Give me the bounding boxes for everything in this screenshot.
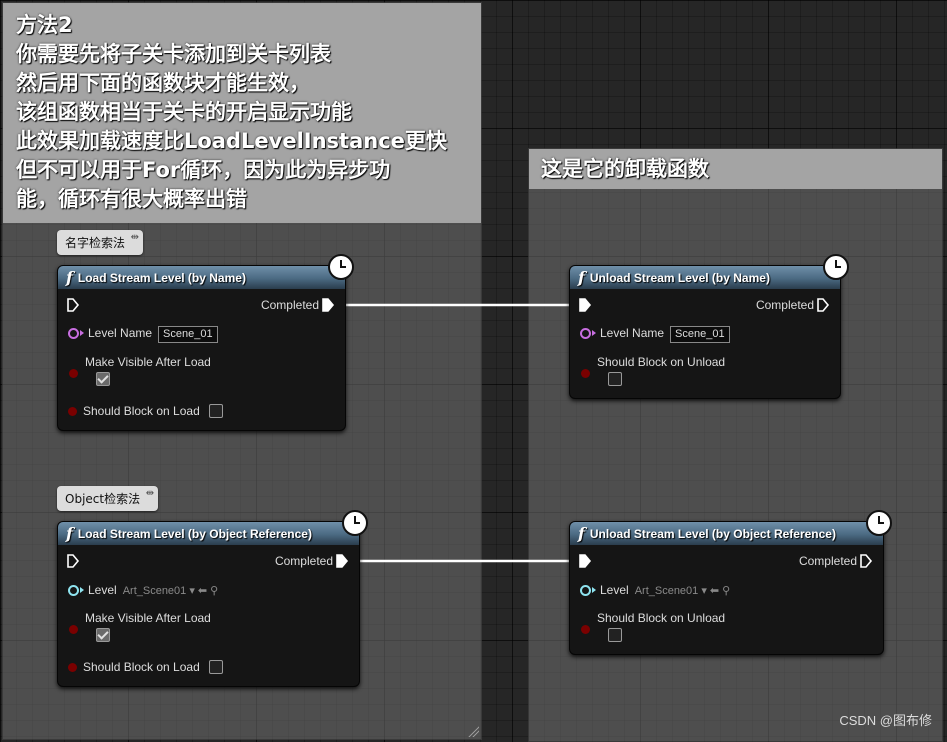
- pin-label: Level: [88, 583, 117, 597]
- bool-pin[interactable]: [68, 407, 77, 416]
- function-icon: f: [578, 524, 585, 543]
- node-title: Unload Stream Level (by Name): [589, 271, 770, 285]
- pin-arrow-icon: [592, 330, 596, 336]
- should-block-row: Should Block on Unload: [580, 611, 725, 625]
- should-block-checkbox[interactable]: [209, 660, 224, 674]
- exec-in-pin[interactable]: [578, 298, 592, 312]
- node-title: Load Stream Level (by Name): [77, 271, 246, 285]
- node-title: Unload Stream Level (by Object Reference…: [589, 527, 836, 541]
- node-load-stream-level-by-name[interactable]: f Load Stream Level (by Name) Completed L…: [57, 254, 354, 431]
- latent-clock-icon: [342, 510, 368, 536]
- node-header[interactable]: f Unload Stream Level (by Object Referenc…: [570, 510, 892, 545]
- bool-pin[interactable]: [68, 663, 77, 672]
- level-name-input[interactable]: Scene_01: [158, 326, 218, 343]
- bubble-text: 名字检索法: [65, 236, 126, 250]
- should-block-row: Should Block on Load: [68, 660, 224, 674]
- pin-arrow-icon: [592, 587, 596, 593]
- pin-icon[interactable]: ⇹: [146, 488, 154, 499]
- latent-clock-icon: [328, 254, 354, 280]
- level-asset-dropdown[interactable]: Art_Scene01 ▾: [123, 584, 195, 597]
- use-selected-arrow-icon[interactable]: ⬅: [198, 585, 207, 597]
- level-row: Level Art_Scene01 ▾ ⬅ ⚲: [68, 583, 218, 597]
- pin-label: Should Block on Unload: [597, 611, 726, 625]
- comment-bubble-by-name[interactable]: 名字检索法 ⇹: [57, 230, 144, 255]
- exec-out-pin[interactable]: [335, 554, 349, 568]
- pin-label: Should Block on Load: [83, 404, 200, 418]
- pin-label: Level Name: [600, 326, 665, 340]
- pin-label: Make Visible After Load: [85, 611, 211, 625]
- comment-bubble-by-object[interactable]: Object检索法 ⇹: [57, 486, 159, 511]
- pin-icon[interactable]: ⇹: [131, 232, 139, 243]
- dropdown-value: Art_Scene01: [122, 585, 187, 597]
- bool-pin[interactable]: [69, 369, 78, 378]
- level-row: Level Art_Scene01 ▾ ⬅ ⚲: [580, 583, 730, 597]
- should-block-checkbox[interactable]: [209, 404, 224, 418]
- level-name-row: Level Name Scene_01: [580, 326, 730, 343]
- pin-label: Make Visible After Load: [85, 355, 211, 369]
- exec-out-pin[interactable]: [859, 554, 873, 568]
- make-visible-checkbox[interactable]: [96, 628, 110, 642]
- node-unload-stream-level-by-object[interactable]: f Unload Stream Level (by Object Referenc…: [569, 510, 892, 655]
- chevron-down-icon: ▾: [701, 585, 707, 597]
- exec-in-pin[interactable]: [66, 554, 80, 568]
- should-block-row: Should Block on Unload: [580, 355, 725, 369]
- completed-label: Completed: [798, 554, 857, 568]
- pin-label: Level Name: [88, 326, 153, 340]
- level-name-input[interactable]: Scene_01: [670, 326, 730, 343]
- bool-pin[interactable]: [69, 625, 78, 634]
- latent-clock-icon: [823, 254, 849, 280]
- latent-clock-icon: [866, 510, 892, 536]
- should-block-checkbox[interactable]: [608, 628, 622, 642]
- object-pin[interactable]: [68, 585, 79, 596]
- chevron-down-icon: ▾: [189, 585, 195, 597]
- level-name-row: Level Name Scene_01: [68, 326, 218, 343]
- make-visible-row: Make Visible After Load: [68, 611, 211, 625]
- string-pin[interactable]: [68, 328, 79, 339]
- make-visible-checkbox[interactable]: [96, 372, 110, 386]
- pin-arrow-icon: [80, 587, 84, 593]
- bubble-text: Object检索法: [65, 492, 141, 506]
- exec-out-pin[interactable]: [321, 298, 335, 312]
- node-header[interactable]: f Load Stream Level (by Name): [58, 254, 354, 289]
- node-load-stream-level-by-object[interactable]: f Load Stream Level (by Object Reference)…: [57, 510, 368, 687]
- node-header[interactable]: f Load Stream Level (by Object Reference): [58, 510, 368, 545]
- function-icon: f: [578, 268, 585, 287]
- pin-label: Should Block on Unload: [597, 355, 726, 369]
- level-asset-dropdown[interactable]: Art_Scene01 ▾: [635, 584, 707, 597]
- should-block-row: Should Block on Load: [68, 404, 224, 418]
- dropdown-value: Art_Scene01: [634, 585, 699, 597]
- object-pin[interactable]: [580, 585, 591, 596]
- bool-pin[interactable]: [581, 369, 590, 378]
- use-selected-arrow-icon[interactable]: ⬅: [710, 585, 719, 597]
- pin-arrow-icon: [80, 330, 84, 336]
- function-icon: f: [66, 268, 73, 287]
- node-unload-stream-level-by-name[interactable]: f Unload Stream Level (by Name) Completed…: [569, 254, 849, 399]
- bool-pin[interactable]: [581, 625, 590, 634]
- exec-in-pin[interactable]: [66, 298, 80, 312]
- completed-label: Completed: [274, 554, 333, 568]
- node-header[interactable]: f Unload Stream Level (by Name): [570, 254, 849, 289]
- node-title: Load Stream Level (by Object Reference): [77, 527, 312, 541]
- pin-label: Should Block on Load: [83, 660, 200, 674]
- pin-label: Level: [600, 583, 629, 597]
- string-pin[interactable]: [580, 328, 591, 339]
- exec-out-pin[interactable]: [816, 298, 830, 312]
- make-visible-row: Make Visible After Load: [68, 355, 211, 369]
- completed-label: Completed: [260, 298, 319, 312]
- browse-search-icon[interactable]: ⚲: [210, 585, 218, 597]
- exec-in-pin[interactable]: [578, 554, 592, 568]
- should-block-checkbox[interactable]: [608, 372, 622, 386]
- browse-search-icon[interactable]: ⚲: [722, 585, 730, 597]
- watermark: CSDN @图布修: [839, 713, 932, 728]
- function-icon: f: [66, 524, 73, 543]
- completed-label: Completed: [755, 298, 814, 312]
